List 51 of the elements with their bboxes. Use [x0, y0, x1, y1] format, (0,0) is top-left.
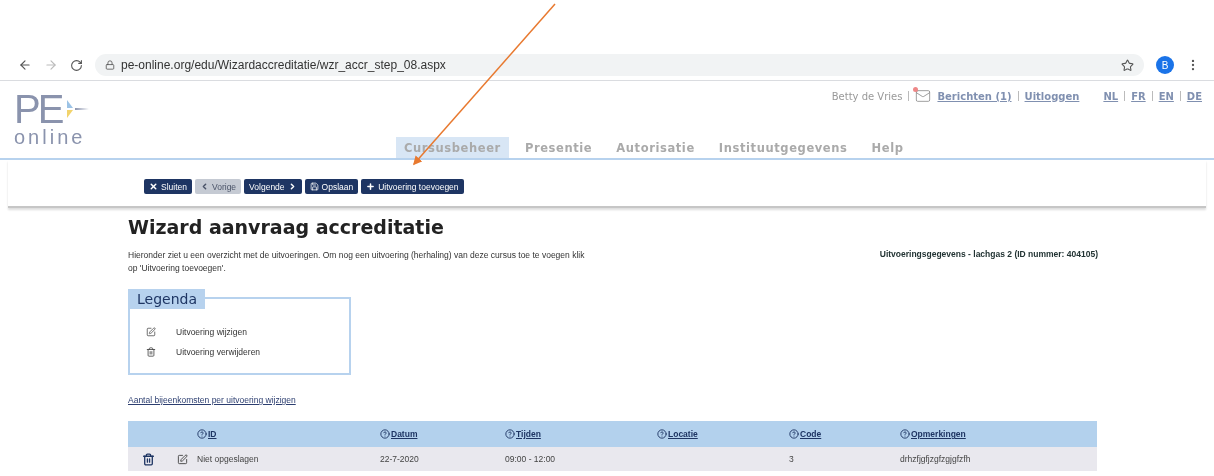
toolbar-button[interactable]: Volgende — [244, 179, 302, 194]
column-header-link[interactable]: ID — [197, 429, 217, 439]
trash-icon — [146, 347, 156, 357]
back-icon[interactable] — [18, 58, 32, 72]
legend-label: Uitvoering verwijderen — [176, 347, 261, 357]
help-icon — [900, 429, 910, 439]
details-heading: Uitvoeringsgegevens - lachgas 2 (ID nummer: 404105) — [879, 249, 1098, 261]
page-title: Wizard aanvraag accreditatie — [128, 216, 445, 240]
meetings-link[interactable]: Aantal bijeenkomsten per uitvoering wijzigen — [128, 395, 296, 405]
messages-link[interactable]: Berichten (1) — [937, 90, 1012, 102]
profile-avatar[interactable]: B — [1156, 56, 1174, 74]
column-header-link[interactable]: Opmerkingen — [900, 429, 966, 439]
address-bar[interactable]: pe-online.org/edu/Wizardaccreditatie/wzr_accr_step_08.aspx — [95, 54, 1144, 76]
user-name: Betty de Vries — [831, 90, 903, 102]
help-icon — [197, 429, 207, 439]
language-link[interactable]: EN — [1158, 90, 1174, 102]
chevron-left-icon — [200, 182, 209, 191]
legend-label: Uitvoering wijzigen — [176, 327, 247, 337]
help-icon — [505, 429, 515, 439]
table-cell: 22-7-2020 — [380, 454, 419, 464]
lock-icon — [105, 60, 115, 70]
edit-icon[interactable] — [177, 453, 188, 465]
save-icon — [309, 182, 319, 191]
language-link[interactable]: DE — [1186, 90, 1202, 102]
intro-text: Hieronder ziet u een overzicht met de uitvoeringen. Om nog een uitvoering (herhaling) van deze cursus toe te voegen klik op 'Uitvoering toevoegen'. — [128, 249, 586, 275]
table-cell: drhzfjgfjzgfzgjgfzfh — [900, 454, 971, 464]
toolbar-button[interactable]: Uitvoering toevoegen — [361, 179, 464, 194]
toolbar-button[interactable]: Opslaan — [304, 179, 359, 194]
trash-icon[interactable] — [141, 452, 155, 466]
logo: PE online — [0, 81, 144, 158]
star-icon[interactable] — [1121, 58, 1134, 72]
column-header-link[interactable]: Datum — [380, 429, 418, 439]
close-icon — [149, 182, 158, 191]
edit-icon — [146, 327, 156, 337]
help-icon — [789, 429, 799, 439]
table-cell: Niet opgeslagen — [197, 454, 259, 464]
legend-title: Legenda — [128, 289, 205, 309]
logout-link[interactable]: Uitloggen — [1024, 90, 1080, 102]
table-cell: 3 — [789, 454, 794, 464]
plus-icon — [366, 182, 376, 191]
column-header-link[interactable]: Tijden — [505, 429, 541, 439]
help-icon — [380, 429, 390, 439]
reload-icon[interactable] — [70, 58, 83, 72]
language-link[interactable]: NL — [1103, 90, 1119, 102]
language-link[interactable]: FR — [1131, 90, 1146, 102]
help-icon — [657, 429, 667, 439]
toolbar-button[interactable]: Sluiten — [144, 179, 192, 194]
mail-icon — [915, 88, 932, 104]
column-header-link[interactable]: Locatie — [657, 429, 698, 439]
table-cell: 09:00 - 12:00 — [505, 454, 556, 464]
column-header-link[interactable]: Code — [789, 429, 822, 439]
